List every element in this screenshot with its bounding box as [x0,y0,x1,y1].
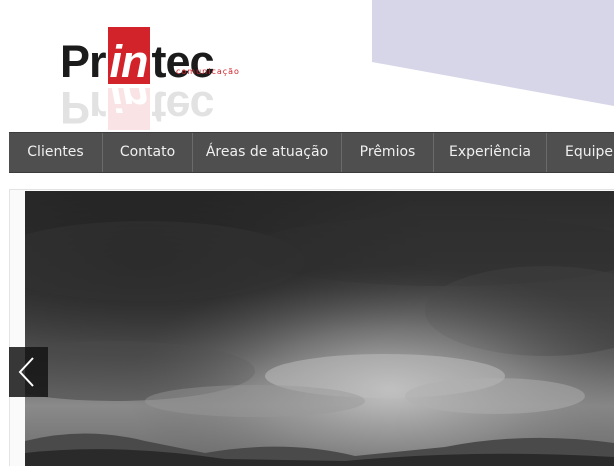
logo-pr: Pr [60,36,107,87]
logo-reflection-tec: tec [151,88,214,130]
slide-image [25,191,614,466]
logo-in-box: in [107,27,150,84]
chevron-left-icon [18,357,34,387]
slider-prev-button[interactable] [9,347,48,397]
logo-reflection-pr: Pr [60,88,106,130]
nav-item-equipe[interactable]: Equipe [547,133,614,172]
printec-logo[interactable]: Pr in tec comunicação Pr in tec [60,10,240,130]
logo-subtitle: comunicação [176,67,240,76]
nav-item-areas-de-atuacao[interactable]: Áreas de atuação [193,133,342,172]
main-navigation: Clientes Contato Áreas de atuação Prêmio… [9,132,614,173]
nav-item-premios[interactable]: Prêmios [342,133,434,172]
nav-item-contato[interactable]: Contato [103,133,193,172]
logo-reflection: Pr in tec [60,88,214,130]
nav-item-experiencia[interactable]: Experiência [434,133,547,172]
logo-reflection-in: in [107,88,150,130]
nav-item-clientes[interactable]: Clientes [9,133,103,172]
logo-tec: tec [151,36,215,87]
